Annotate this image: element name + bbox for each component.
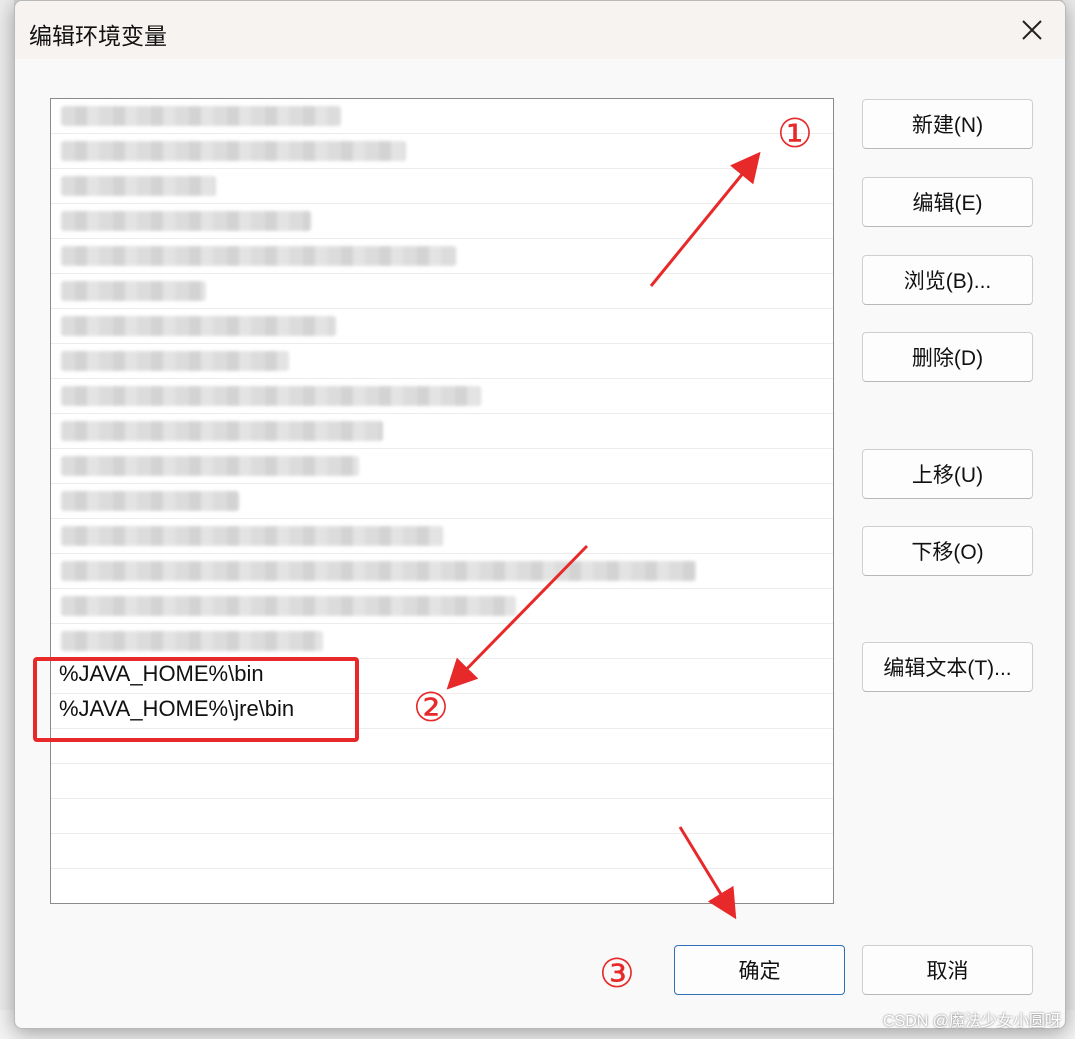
watermark: CSDN @魔法少女小圆呀 [882,1013,1061,1030]
arrow-to-ok-button [678,826,737,920]
arrow-to-new-button [649,151,761,287]
edit-env-var-dialog: 编辑环境变量 %JAVA_HOME%\bin %JAVA_HOME%\jre\bi… [14,0,1066,1029]
arrow-to-java-paths [446,544,589,690]
annotation-arrows [446,151,761,920]
background-window-left [0,0,14,1039]
